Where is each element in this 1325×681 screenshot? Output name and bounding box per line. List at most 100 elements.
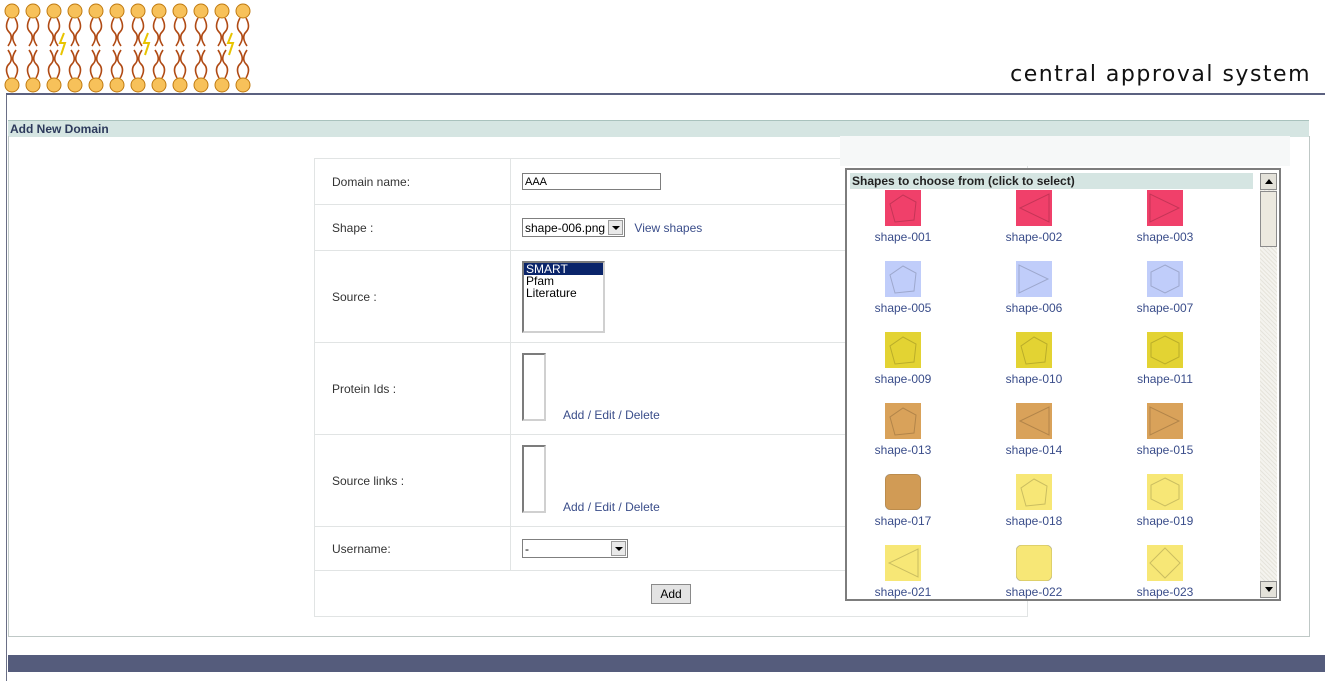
frame-border [6,95,7,681]
shape-option-label[interactable]: shape-013 [858,443,948,457]
shape-option[interactable]: shape-009 [858,332,948,398]
shape-option-label[interactable]: shape-019 [1120,514,1210,528]
popup-scrollbar[interactable] [1260,173,1277,598]
source-links-delete-link[interactable]: Delete [625,500,660,514]
popup-title: Shapes to choose from (click to select) [850,173,1253,189]
add-button[interactable]: Add [651,583,691,604]
protein-ids-list[interactable] [522,353,546,421]
source-option[interactable]: SMART [524,262,603,275]
protein-ids-delete-link[interactable]: Delete [625,408,660,422]
shape-thumbnail-icon[interactable] [885,403,921,439]
shape-thumbnail-icon[interactable] [885,190,921,226]
shape-thumbnail-icon[interactable] [885,332,921,368]
source-listbox[interactable]: SMART Pfam Literature [522,260,605,333]
source-option[interactable]: Pfam [524,275,603,287]
chevron-down-icon[interactable] [611,541,626,556]
shape-thumbnail-icon[interactable] [1147,545,1183,581]
shape-option[interactable]: shape-018 [989,474,1079,540]
shape-option-label[interactable]: shape-007 [1120,301,1210,315]
separator: / [615,408,626,422]
username-select[interactable]: - [522,539,628,558]
shape-option-label[interactable]: shape-023 [1120,585,1210,599]
protein-ids-label: Protein Ids : [314,342,511,435]
shape-option-label[interactable]: shape-017 [858,514,948,528]
shape-option-label[interactable]: shape-015 [1120,443,1210,457]
chevron-down-icon[interactable] [608,220,624,235]
shape-option-label[interactable]: shape-006 [989,301,1079,315]
shape-option[interactable]: shape-006 [989,261,1079,327]
shape-thumbnail-icon[interactable] [885,474,921,510]
username-select-value: - [525,541,529,556]
shape-thumbnail-icon[interactable] [1016,403,1052,439]
protein-ids-actions: Add / Edit / Delete [563,408,660,422]
shape-option[interactable]: shape-023 [1120,545,1210,599]
shape-option[interactable]: shape-021 [858,545,948,599]
source-label: Source : [314,250,511,343]
shape-option[interactable]: shape-007 [1120,261,1210,327]
popup-shadow [840,136,1290,166]
shape-option-label[interactable]: shape-014 [989,443,1079,457]
shape-option-label[interactable]: shape-002 [989,230,1079,244]
shape-thumbnail-icon[interactable] [1147,403,1183,439]
shape-option-label[interactable]: shape-021 [858,585,948,599]
source-option[interactable]: Literature [524,287,603,299]
source-links-edit-link[interactable]: Edit [594,500,615,514]
shape-option-label[interactable]: shape-009 [858,372,948,386]
shape-option[interactable]: shape-001 [858,190,948,256]
shapes-popup: Shapes to choose from (click to select) … [845,168,1281,601]
scroll-up-icon[interactable] [1260,173,1277,190]
shape-option-label[interactable]: shape-018 [989,514,1079,528]
shape-option-label[interactable]: shape-001 [858,230,948,244]
shape-option[interactable]: shape-013 [858,403,948,469]
domain-name-input[interactable] [522,173,661,190]
shape-option[interactable]: shape-003 [1120,190,1210,256]
protein-ids-edit-link[interactable]: Edit [594,408,615,422]
shape-thumbnail-icon[interactable] [1147,332,1183,368]
view-shapes-link[interactable]: View shapes [634,221,702,235]
shape-thumbnail-icon[interactable] [1147,474,1183,510]
source-links-list[interactable] [522,445,546,513]
shape-select[interactable]: shape-006.png [522,218,626,237]
shape-thumbnail-icon[interactable] [1147,261,1183,297]
section-header: Add New Domain [8,120,1309,137]
shape-thumbnail-icon[interactable] [1016,474,1052,510]
shape-option-label[interactable]: shape-011 [1120,372,1210,386]
separator: / [584,500,595,514]
shape-label: Shape : [314,204,511,251]
shape-option-label[interactable]: shape-005 [858,301,948,315]
footer-bar [8,655,1325,672]
page-header: central approval system [0,0,1325,98]
shape-option-label[interactable]: shape-010 [989,372,1079,386]
shape-option[interactable]: shape-017 [858,474,948,540]
protein-ids-add-link[interactable]: Add [563,408,584,422]
shape-option[interactable]: shape-011 [1120,332,1210,398]
source-links-add-link[interactable]: Add [563,500,584,514]
shape-option[interactable]: shape-010 [989,332,1079,398]
separator: / [584,408,595,422]
shape-option[interactable]: shape-005 [858,261,948,327]
shape-thumbnail-icon[interactable] [1016,261,1052,297]
section-title: Add New Domain [10,122,109,136]
shape-option-label[interactable]: shape-022 [989,585,1079,599]
header-divider [6,93,1325,95]
shape-option[interactable]: shape-015 [1120,403,1210,469]
shape-option[interactable]: shape-014 [989,403,1079,469]
shape-thumbnail-icon[interactable] [1016,190,1052,226]
site-title: central approval system [1010,62,1311,87]
scroll-down-icon[interactable] [1260,581,1277,598]
shape-option[interactable]: shape-002 [989,190,1079,256]
shape-thumbnail-icon[interactable] [885,261,921,297]
shape-option[interactable]: shape-019 [1120,474,1210,540]
shape-thumbnail-icon[interactable] [885,545,921,581]
scroll-thumb[interactable] [1260,191,1277,247]
shape-option[interactable]: shape-022 [989,545,1079,599]
domain-name-label: Domain name: [314,158,511,205]
shape-option-label[interactable]: shape-003 [1120,230,1210,244]
separator: / [615,500,626,514]
username-label: Username: [314,526,511,571]
shape-thumbnail-icon[interactable] [1016,545,1052,581]
shape-select-value: shape-006.png [525,220,606,235]
shape-thumbnail-icon[interactable] [1016,332,1052,368]
shape-thumbnail-icon[interactable] [1147,190,1183,226]
source-links-label: Source links : [314,434,511,527]
